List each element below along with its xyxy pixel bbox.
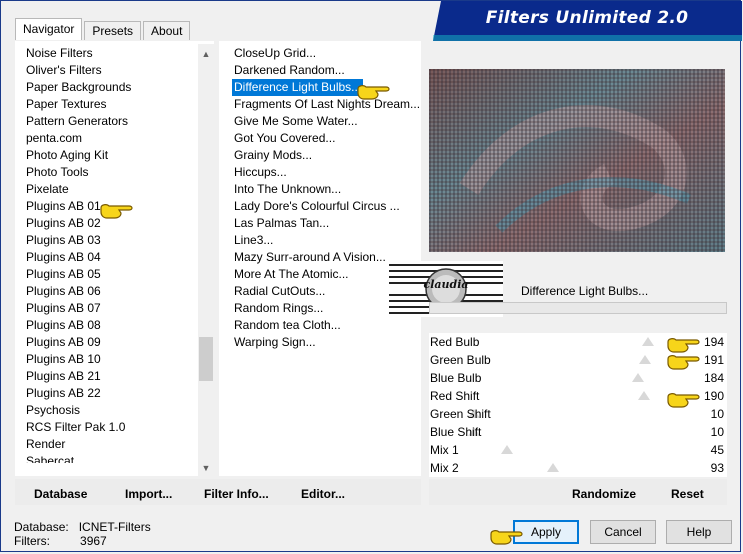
parameter-value: 190 bbox=[703, 389, 724, 403]
watermark-text: claudia bbox=[423, 278, 469, 291]
filter-item[interactable]: Mazy Surr-around A Vision... bbox=[234, 249, 386, 266]
tab-bar: Navigator Presets About bbox=[15, 18, 192, 40]
parameter-value: 10 bbox=[710, 407, 724, 421]
filters-unlimited-window: Filters Unlimited 2.0 Navigator Presets … bbox=[0, 0, 742, 552]
pointing-hand-icon bbox=[100, 204, 133, 219]
category-item[interactable]: Plugins AB 02 bbox=[26, 215, 101, 232]
category-item[interactable]: Paper Textures bbox=[26, 96, 107, 113]
cancel-button[interactable]: Cancel bbox=[590, 520, 656, 544]
slider-thumb[interactable] bbox=[632, 373, 645, 382]
help-button[interactable]: Help bbox=[666, 520, 732, 544]
category-item[interactable]: Plugins AB 05 bbox=[26, 266, 101, 283]
category-item[interactable]: Photo Tools bbox=[26, 164, 89, 181]
filter-item[interactable]: Into The Unknown... bbox=[234, 181, 341, 198]
parameter-value: 194 bbox=[703, 335, 724, 349]
filter-item[interactable]: Darkened Random... bbox=[234, 62, 345, 79]
randomize-button[interactable]: Randomize bbox=[572, 486, 636, 502]
category-item[interactable]: Oliver's Filters bbox=[26, 62, 102, 79]
category-item[interactable]: penta.com bbox=[26, 130, 82, 147]
category-item[interactable]: Photo Aging Kit bbox=[26, 147, 108, 164]
filter-item[interactable]: More At The Atomic... bbox=[234, 266, 349, 283]
reset-button[interactable]: Reset bbox=[671, 486, 704, 502]
filter-item[interactable]: Line3... bbox=[234, 232, 273, 249]
category-item[interactable]: RCS Filter Pak 1.0 bbox=[26, 419, 125, 436]
parameter-value: 184 bbox=[703, 371, 724, 385]
slider-thumb[interactable] bbox=[637, 391, 650, 400]
category-item[interactable]: Plugins AB 07 bbox=[26, 300, 101, 317]
parameter-value: 10 bbox=[710, 425, 724, 439]
filter-preview-image bbox=[429, 69, 725, 252]
category-scrollbar[interactable]: ▲ ▼ bbox=[198, 44, 214, 476]
filter-item[interactable]: Random tea Cloth... bbox=[234, 317, 341, 334]
parameter-label: Blue Bulb bbox=[430, 371, 482, 385]
filter-item[interactable]: Las Palmas Tan... bbox=[234, 215, 329, 232]
parameter-label: Red Shift bbox=[430, 389, 480, 403]
category-item[interactable]: Pattern Generators bbox=[26, 113, 128, 130]
parameter-label: Blue Shift bbox=[430, 425, 482, 439]
scroll-down-icon[interactable]: ▼ bbox=[198, 460, 214, 476]
import-button[interactable]: Import... bbox=[125, 486, 172, 502]
filter-item[interactable]: Lady Dore's Colourful Circus ... bbox=[234, 198, 400, 215]
filter-name-display: Difference Light Bulbs... bbox=[503, 278, 727, 302]
filter-item[interactable]: Give Me Some Water... bbox=[234, 113, 358, 130]
status-database: Database: ICNET-Filters bbox=[14, 520, 151, 534]
database-button[interactable]: Database bbox=[34, 486, 87, 502]
category-item[interactable]: Pixelate bbox=[26, 181, 69, 198]
parameter-label: Green Shift bbox=[430, 407, 491, 421]
parameter-slider[interactable]: Blue Shift 10 bbox=[429, 423, 727, 442]
parameter-value: 93 bbox=[710, 461, 724, 475]
parameter-slider[interactable]: Mix 1 45 bbox=[429, 441, 727, 460]
pointing-hand-icon bbox=[667, 393, 700, 408]
filter-name-text: Difference Light Bulbs... bbox=[521, 284, 649, 298]
category-item[interactable]: Noise Filters bbox=[26, 45, 93, 62]
parameter-label: Red Bulb bbox=[430, 335, 480, 349]
editor-button[interactable]: Editor... bbox=[301, 486, 345, 502]
category-item[interactable]: Sabercat bbox=[26, 453, 74, 463]
parameter-value: 191 bbox=[703, 353, 724, 367]
category-item[interactable]: Plugins AB 04 bbox=[26, 249, 101, 266]
slider-thumb[interactable] bbox=[641, 337, 654, 346]
filter-item[interactable]: Hiccups... bbox=[234, 164, 287, 181]
scroll-up-icon[interactable]: ▲ bbox=[198, 46, 214, 62]
category-item[interactable]: Paper Backgrounds bbox=[26, 79, 131, 96]
filter-item[interactable]: Difference Light Bulbs... bbox=[232, 79, 364, 96]
slider-thumb[interactable] bbox=[638, 355, 651, 364]
category-item[interactable]: Render bbox=[26, 436, 65, 453]
category-item[interactable]: Plugins AB 09 bbox=[26, 334, 101, 351]
parameter-value: 45 bbox=[710, 443, 724, 457]
parameter-label: Mix 2 bbox=[430, 461, 459, 475]
category-item[interactable]: Plugins AB 22 bbox=[26, 385, 101, 402]
tab-navigator[interactable]: Navigator bbox=[15, 18, 83, 40]
slider-thumb[interactable] bbox=[546, 463, 559, 472]
category-item[interactable]: Plugins AB 08 bbox=[26, 317, 101, 334]
pointing-hand-icon bbox=[667, 355, 700, 370]
slider-thumb[interactable] bbox=[501, 445, 514, 454]
filter-item[interactable]: Warping Sign... bbox=[234, 334, 316, 351]
pointing-hand-icon bbox=[357, 85, 390, 100]
filter-item[interactable]: Grainy Mods... bbox=[234, 147, 312, 164]
filter-info-button[interactable]: Filter Info... bbox=[204, 486, 269, 502]
scroll-thumb[interactable] bbox=[199, 337, 213, 381]
filter-item[interactable]: Radial CutOuts... bbox=[234, 283, 325, 300]
parameter-slider[interactable]: Mix 2 93 bbox=[429, 459, 727, 478]
filter-item[interactable]: Got You Covered... bbox=[234, 130, 335, 147]
category-item[interactable]: Plugins AB 01 bbox=[26, 198, 101, 215]
category-item[interactable]: Plugins AB 06 bbox=[26, 283, 101, 300]
category-item[interactable]: Plugins AB 21 bbox=[26, 368, 101, 385]
tab-about[interactable]: About bbox=[143, 21, 191, 40]
window-title: Filters Unlimited 2.0 bbox=[485, 8, 689, 28]
filter-item[interactable]: CloseUp Grid... bbox=[234, 45, 316, 62]
progress-bar bbox=[429, 302, 727, 314]
category-item[interactable]: Plugins AB 10 bbox=[26, 351, 101, 368]
pointing-hand-icon bbox=[490, 530, 523, 545]
filter-item[interactable]: Random Rings... bbox=[234, 300, 323, 317]
parameter-label: Green Bulb bbox=[430, 353, 491, 367]
parameter-label: Mix 1 bbox=[430, 443, 459, 457]
category-item[interactable]: Psychosis bbox=[26, 402, 80, 419]
status-filters: Filters: 3967 bbox=[14, 534, 107, 548]
category-item[interactable]: Plugins AB 03 bbox=[26, 232, 101, 249]
tab-presets[interactable]: Presets bbox=[84, 21, 142, 40]
